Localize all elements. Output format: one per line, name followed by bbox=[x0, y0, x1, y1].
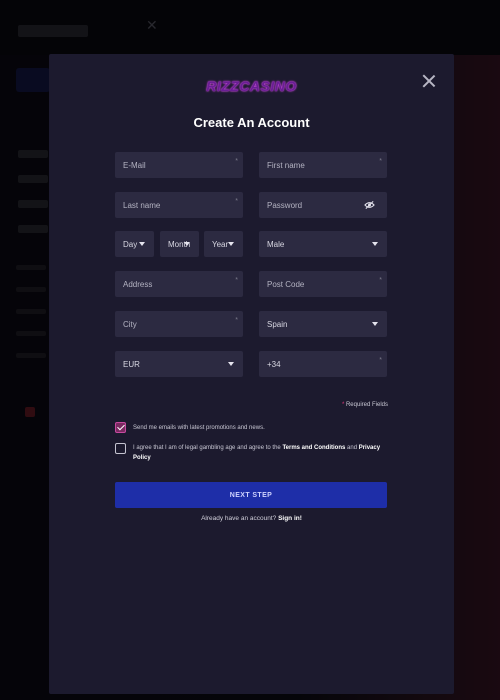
post-code-placeholder: Post Code bbox=[267, 279, 305, 289]
required-mark: * bbox=[235, 198, 238, 205]
email-placeholder: E-Mail bbox=[123, 160, 146, 170]
required-mark: * bbox=[379, 277, 382, 284]
terms-label: I agree that I am of legal gambling age … bbox=[133, 443, 391, 463]
chevron-down-icon bbox=[139, 242, 145, 246]
phone-field[interactable]: +34 * bbox=[259, 351, 387, 377]
country-select[interactable]: Spain bbox=[259, 311, 387, 337]
sign-in-prompt: Already have an account? Sign in! bbox=[49, 515, 454, 522]
currency-select[interactable]: EUR bbox=[115, 351, 243, 377]
registration-modal: RIZZCASINO Create An Account E-Mail * Fi… bbox=[49, 54, 454, 694]
have-account-text: Already have an account? bbox=[201, 515, 277, 522]
currency-value: EUR bbox=[123, 359, 140, 369]
terms-checkbox[interactable] bbox=[115, 443, 126, 454]
modal-title: Create An Account bbox=[193, 115, 310, 130]
chevron-down-icon bbox=[228, 242, 234, 246]
promotions-checkbox[interactable] bbox=[115, 422, 126, 433]
address-field[interactable]: Address * bbox=[115, 271, 243, 297]
post-code-field[interactable]: Post Code * bbox=[259, 271, 387, 297]
required-mark: * bbox=[235, 158, 238, 165]
first-name-field[interactable]: First name * bbox=[259, 152, 387, 178]
gender-select[interactable]: Male bbox=[259, 231, 387, 257]
email-field[interactable]: E-Mail * bbox=[115, 152, 243, 178]
dob-month-select[interactable]: Month bbox=[160, 231, 199, 257]
gender-value: Male bbox=[267, 239, 285, 249]
required-mark: * bbox=[235, 317, 238, 324]
address-placeholder: Address bbox=[123, 279, 153, 289]
next-step-button[interactable]: NEXT STEP bbox=[115, 482, 387, 508]
chevron-down-icon bbox=[372, 242, 378, 246]
last-name-field[interactable]: Last name * bbox=[115, 192, 243, 218]
terms-and-conditions-link[interactable]: Terms and Conditions bbox=[282, 445, 345, 451]
city-placeholder: City bbox=[123, 319, 137, 329]
required-mark: * bbox=[379, 158, 382, 165]
casino-logo: RIZZCASINO bbox=[206, 78, 297, 94]
required-mark: * bbox=[379, 357, 382, 364]
password-field[interactable]: Password bbox=[259, 192, 387, 218]
chevron-down-icon bbox=[228, 362, 234, 366]
city-field[interactable]: City * bbox=[115, 311, 243, 337]
first-name-placeholder: First name bbox=[267, 160, 305, 170]
promotions-label: Send me emails with latest promotions an… bbox=[133, 425, 265, 431]
chevron-down-icon bbox=[184, 242, 190, 246]
country-value: Spain bbox=[267, 319, 288, 329]
dob-year-select[interactable]: Year bbox=[204, 231, 243, 257]
required-fields-note: * Required Fields bbox=[342, 402, 388, 408]
required-star: * bbox=[341, 402, 345, 408]
required-mark: * bbox=[235, 277, 238, 284]
close-icon[interactable] bbox=[422, 74, 436, 88]
required-fields-text: Required Fields bbox=[345, 402, 388, 408]
sign-in-link[interactable]: Sign in! bbox=[278, 515, 302, 522]
phone-prefix-value: +34 bbox=[267, 359, 281, 369]
terms-and: and bbox=[347, 445, 358, 451]
eye-slash-icon[interactable] bbox=[364, 200, 375, 210]
chevron-down-icon bbox=[372, 322, 378, 326]
dob-day-select[interactable]: Day bbox=[115, 231, 154, 257]
last-name-placeholder: Last name bbox=[123, 200, 161, 210]
terms-prefix: I agree that I am of legal gambling age … bbox=[133, 445, 281, 451]
